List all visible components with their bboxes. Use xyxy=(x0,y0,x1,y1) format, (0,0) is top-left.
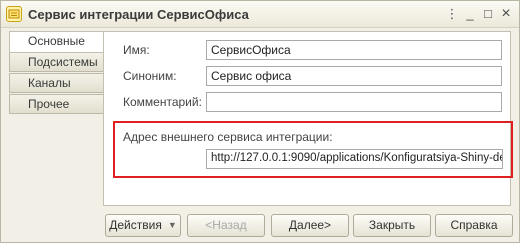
comment-field[interactable] xyxy=(206,92,502,112)
help-button[interactable]: Справка xyxy=(435,214,513,237)
synonym-field[interactable]: Сервис офиса xyxy=(206,66,502,86)
name-label: Имя: xyxy=(123,43,150,57)
actions-button[interactable]: Действия ▼ xyxy=(105,214,181,237)
synonym-label: Синоним: xyxy=(123,69,177,83)
address-label: Адрес внешнего сервиса интеграции: xyxy=(123,130,333,144)
more-options-icon[interactable]: ⋮ xyxy=(445,7,459,21)
tab-channels[interactable]: Каналы xyxy=(9,73,103,93)
minimize-icon[interactable]: _ xyxy=(463,7,477,21)
comment-label: Комментарий: xyxy=(123,95,202,109)
tab-main[interactable]: Основные xyxy=(9,31,103,53)
title-bar[interactable]: Сервис интеграции СервисОфиса ⋮ _ □ × xyxy=(1,1,519,28)
maximize-icon[interactable]: □ xyxy=(481,7,495,21)
chevron-down-icon: ▼ xyxy=(167,220,177,230)
name-field[interactable]: СервисОфиса xyxy=(206,40,502,60)
close-icon[interactable]: × xyxy=(499,6,513,22)
back-button[interactable]: <Назад xyxy=(187,214,265,237)
address-field[interactable]: http://127.0.0.1:9090/applications/Konfi… xyxy=(206,149,503,169)
tab-subsystems[interactable]: Подсистемы xyxy=(9,52,103,72)
next-button[interactable]: Далее> xyxy=(271,214,349,237)
integration-service-window: Сервис интеграции СервисОфиса ⋮ _ □ × Ос… xyxy=(0,0,520,243)
tab-other[interactable]: Прочее xyxy=(9,94,103,114)
integration-service-icon xyxy=(6,6,22,22)
close-button[interactable]: Закрыть xyxy=(353,214,431,237)
actions-button-label: Действия xyxy=(109,218,162,232)
window-title: Сервис интеграции СервисОфиса xyxy=(28,7,249,22)
